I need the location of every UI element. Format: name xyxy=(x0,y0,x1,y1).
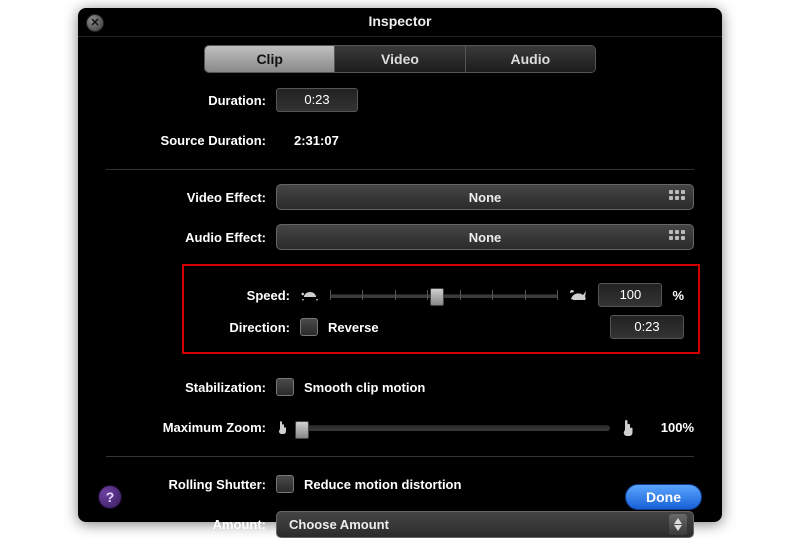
rabbit-icon xyxy=(568,287,588,304)
help-button[interactable]: ? xyxy=(98,485,122,509)
tab-clip[interactable]: Clip xyxy=(205,46,335,72)
speed-value-field[interactable]: 100 xyxy=(598,283,662,307)
stabilization-label: Stabilization: xyxy=(106,380,266,395)
tab-audio[interactable]: Audio xyxy=(466,46,595,72)
maximum-zoom-value: 100% xyxy=(650,420,694,435)
turtle-icon xyxy=(300,287,320,304)
stabilization-checkbox-label: Smooth clip motion xyxy=(304,380,425,395)
tab-video[interactable]: Video xyxy=(335,46,465,72)
divider xyxy=(106,456,694,457)
maximum-zoom-slider[interactable] xyxy=(302,417,610,437)
done-button[interactable]: Done xyxy=(625,484,702,510)
audio-effect-value: None xyxy=(469,230,502,245)
video-effect-selector[interactable]: None xyxy=(276,184,694,210)
duration-label: Duration: xyxy=(106,93,266,108)
speed-label: Speed: xyxy=(198,288,290,303)
percent-sign: % xyxy=(672,288,684,303)
hand-large-icon xyxy=(620,416,640,439)
stepper-arrows-icon xyxy=(669,514,687,535)
reverse-checkbox-label: Reverse xyxy=(328,320,379,335)
speed-slider[interactable] xyxy=(330,285,558,305)
grid-icon xyxy=(669,230,685,244)
video-effect-label: Video Effect: xyxy=(106,190,266,205)
divider xyxy=(106,169,694,170)
audio-effect-selector[interactable]: None xyxy=(276,224,694,250)
tab-bar: Clip Video Audio xyxy=(204,45,596,73)
reverse-checkbox[interactable] xyxy=(300,318,318,336)
maximum-zoom-label: Maximum Zoom: xyxy=(106,420,266,435)
amount-dropdown[interactable]: Choose Amount xyxy=(276,511,694,538)
source-duration-value: 2:31:07 xyxy=(294,133,339,148)
duration-field[interactable]: 0:23 xyxy=(276,88,358,112)
source-duration-label: Source Duration: xyxy=(106,133,266,148)
inspector-panel: ✕ Inspector Clip Video Audio Duration: 0… xyxy=(78,8,722,522)
window-title: Inspector xyxy=(78,13,722,29)
audio-effect-label: Audio Effect: xyxy=(106,230,266,245)
grid-icon xyxy=(669,190,685,204)
titlebar: ✕ Inspector xyxy=(78,8,722,37)
stabilization-checkbox[interactable] xyxy=(276,378,294,396)
hand-small-icon xyxy=(276,418,292,437)
video-effect-value: None xyxy=(469,190,502,205)
direction-duration-field[interactable]: 0:23 xyxy=(610,315,684,339)
speed-section-highlight: Speed: 100 % Direction: Reverse xyxy=(182,264,700,354)
direction-label: Direction: xyxy=(198,320,290,335)
help-icon: ? xyxy=(106,489,115,505)
